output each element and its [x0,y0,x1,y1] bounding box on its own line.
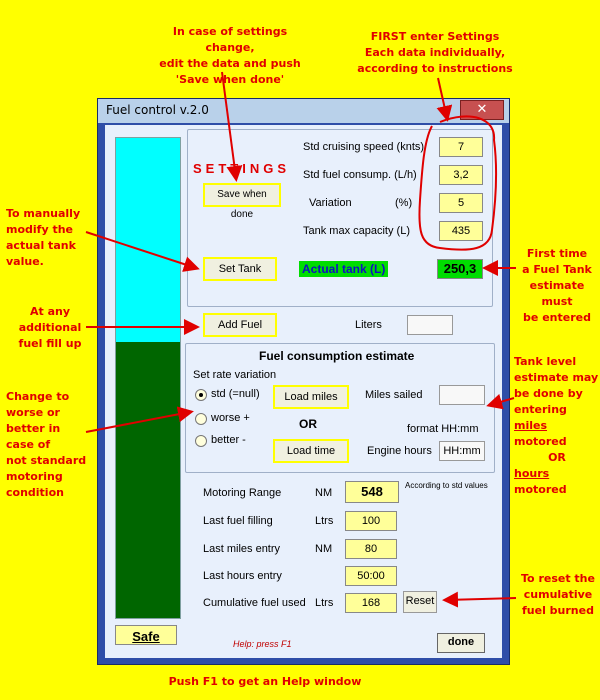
arrow-to-settings [436,77,453,122]
annotation-overlay [85,71,517,608]
arrow-to-set-tank [85,231,200,272]
arrow-to-radios [85,406,194,433]
arrow-to-reset [442,591,517,608]
arrow-to-estimate [486,393,515,410]
settings-scribble [418,115,498,251]
arrow-to-save [221,71,243,182]
